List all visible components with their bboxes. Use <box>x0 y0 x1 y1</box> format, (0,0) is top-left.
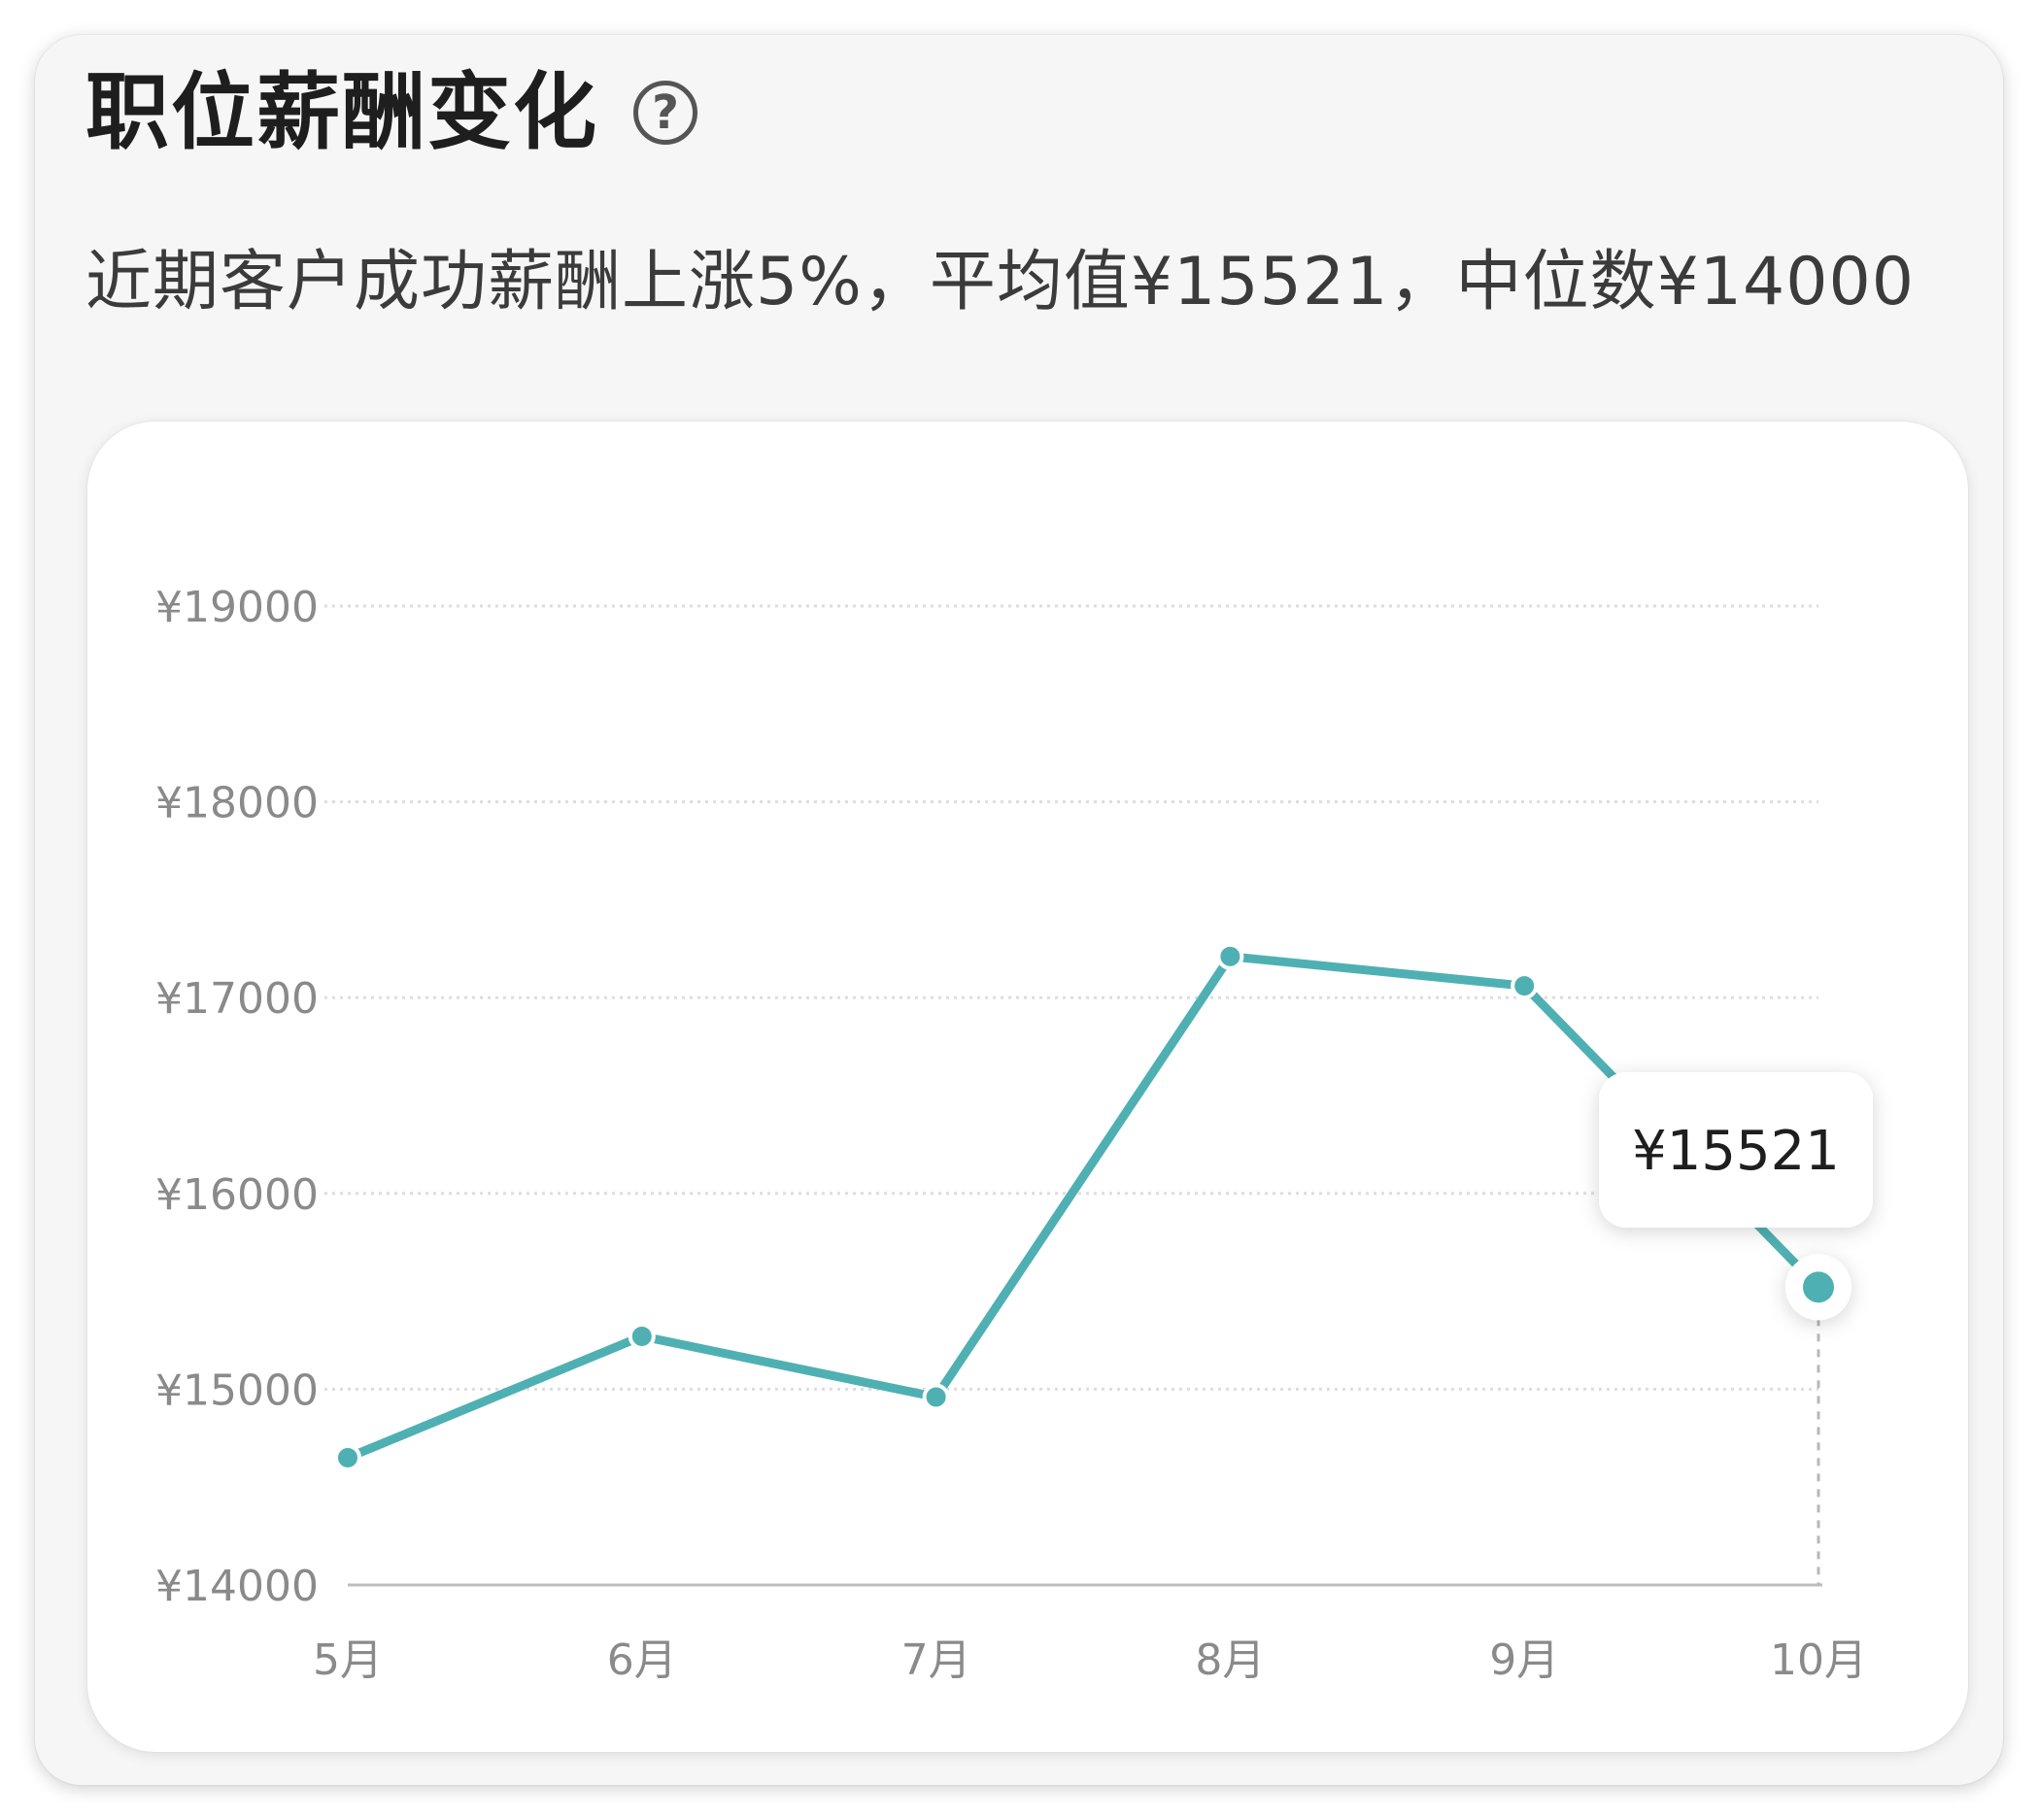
salary-line-chart: ¥14000 ¥15000 ¥16000 ¥17000 ¥18000 ¥19000 5月 6月… <box>155 583 1873 1685</box>
card-title: 职位薪酬变化 <box>85 64 598 161</box>
y-tick-label: ¥14000 <box>155 1562 319 1611</box>
y-tick-label: ¥17000 <box>155 974 319 1024</box>
data-point <box>922 1383 950 1411</box>
y-tick-label: ¥19000 <box>155 583 319 632</box>
x-tick-label: 5月 <box>313 1635 383 1685</box>
chart-panel: ¥14000 ¥15000 ¥16000 ¥17000 ¥18000 ¥19000 5月 6月… <box>87 421 1968 1752</box>
x-tick-label: 7月 <box>901 1635 971 1685</box>
y-tick-label: ¥18000 <box>155 779 319 828</box>
x-tick-label: 10月 <box>1770 1635 1867 1685</box>
data-point <box>334 1443 361 1471</box>
salary-summary: 近期客户成功薪酬上涨5%，平均值¥15521，中位数¥14000 <box>85 244 1916 320</box>
title-row: 职位薪酬变化 ? <box>85 54 697 171</box>
series-line <box>343 952 1823 1463</box>
highlight-point <box>1803 1271 1834 1303</box>
data-point <box>1216 942 1244 970</box>
salary-change-card: 职位薪酬变化 ? 近期客户成功薪酬上涨5%，平均值¥15521，中位数¥1400… <box>35 35 2003 1785</box>
x-tick-label: 6月 <box>607 1635 677 1685</box>
x-tick-label: 9月 <box>1489 1635 1559 1685</box>
x-tick-label: 8月 <box>1195 1635 1265 1685</box>
data-point <box>1511 972 1539 1000</box>
help-icon[interactable]: ? <box>633 81 697 145</box>
tooltip-value: ¥15521 <box>1632 1120 1840 1183</box>
y-tick-label: ¥15000 <box>155 1365 319 1415</box>
data-point <box>628 1322 656 1350</box>
y-tick-label: ¥16000 <box>155 1170 319 1220</box>
